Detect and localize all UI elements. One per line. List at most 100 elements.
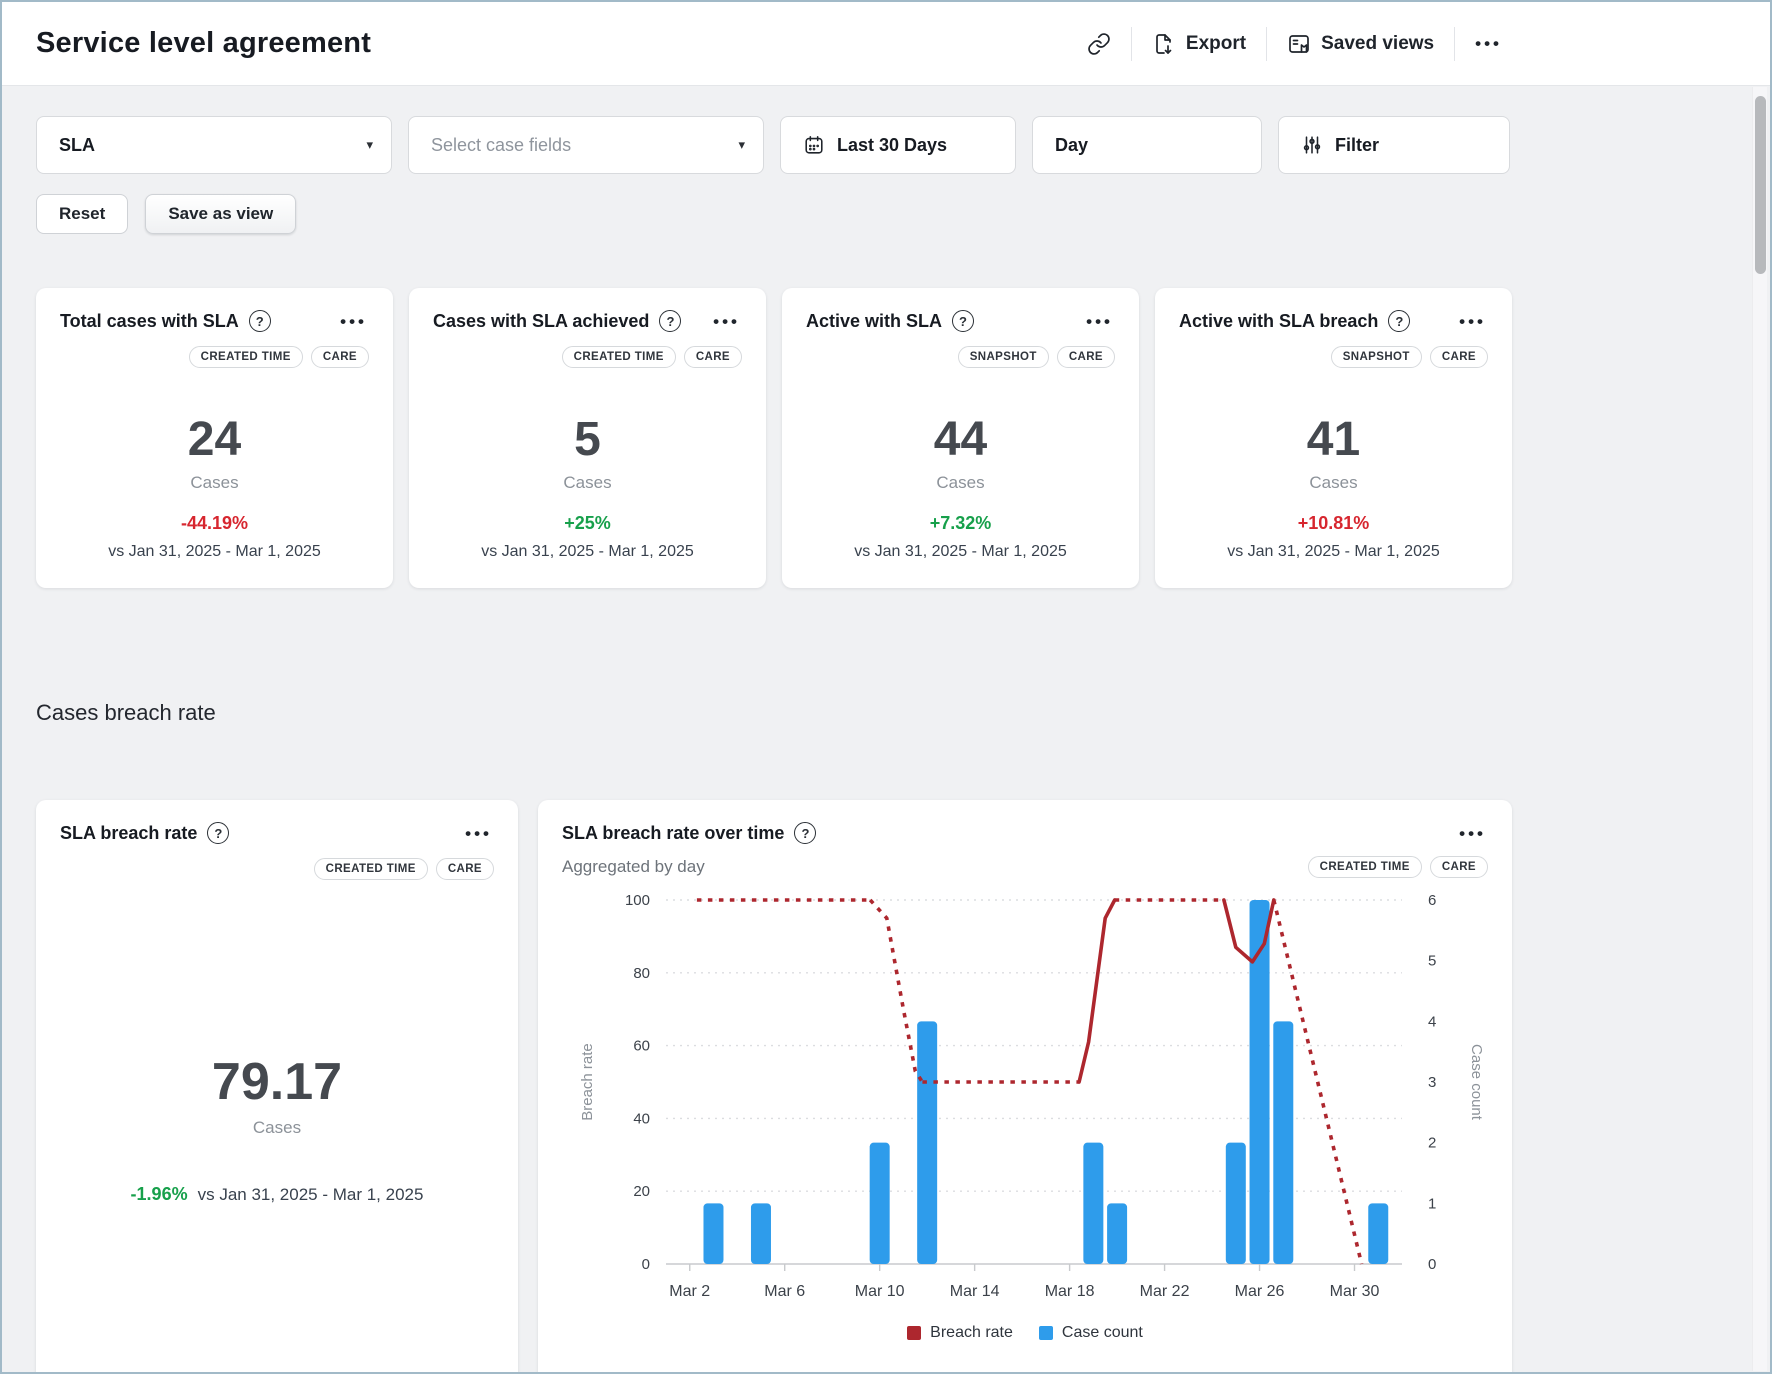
svg-text:4: 4 [1428, 1013, 1436, 1030]
svg-text:0: 0 [642, 1256, 650, 1273]
scrollbar-thumb[interactable] [1755, 96, 1766, 274]
calendar-icon [803, 134, 825, 156]
reset-button[interactable]: Reset [36, 194, 128, 234]
legend-item-breach-rate[interactable]: Breach rate [907, 1324, 1013, 1342]
section-title-cases-breach-rate: Cases breach rate [36, 700, 1512, 726]
badge-created-time: CREATED TIME [189, 346, 303, 368]
kpi-value: 24 [60, 412, 369, 467]
badge-care: CARE [436, 858, 494, 880]
case-fields-dropdown[interactable]: Select case fields ▾ [408, 116, 764, 174]
svg-text:3: 3 [1428, 1074, 1436, 1091]
svg-text:20: 20 [633, 1183, 650, 1200]
badge-care: CARE [684, 346, 742, 368]
saved-views-button[interactable]: Saved views [1287, 32, 1434, 56]
card-menu-button[interactable]: ••• [463, 825, 494, 842]
kpi-unit: Cases [433, 473, 742, 493]
save-as-view-button[interactable]: Save as view [145, 194, 296, 234]
kpi-card-active-with-sla: Active with SLA ? ••• SNAPSHOT CARE 44 C… [782, 288, 1139, 588]
badge-created-time: CREATED TIME [562, 346, 676, 368]
export-file-icon [1152, 32, 1176, 56]
legend-label: Breach rate [930, 1324, 1013, 1342]
svg-text:60: 60 [633, 1038, 650, 1055]
card-title: Active with SLA breach [1179, 311, 1378, 332]
divider [1131, 27, 1132, 61]
card-menu-button[interactable]: ••• [1084, 313, 1115, 330]
filter-label: Filter [1335, 135, 1379, 156]
dataset-dropdown-value: SLA [59, 135, 354, 156]
export-button[interactable]: Export [1152, 32, 1246, 56]
page-title: Service level agreement [36, 27, 371, 60]
saved-views-label: Saved views [1321, 33, 1434, 55]
kpi-unit: Cases [806, 473, 1115, 493]
export-label: Export [1186, 33, 1246, 55]
badge-care: CARE [311, 346, 369, 368]
kpi-comparison: vs Jan 31, 2025 - Mar 1, 2025 [60, 543, 369, 561]
dataset-dropdown[interactable]: SLA ▾ [36, 116, 392, 174]
kpi-comparison: vs Jan 31, 2025 - Mar 1, 2025 [433, 543, 742, 561]
breach-rate-over-time-chart[interactable]: 0204060801000123456Mar 2Mar 6Mar 10Mar 1… [562, 886, 1488, 1322]
svg-text:40: 40 [633, 1110, 650, 1127]
badge-snapshot: SNAPSHOT [958, 346, 1049, 368]
divider [1454, 27, 1455, 61]
legend-swatch-breach-rate [907, 1326, 921, 1340]
help-icon[interactable]: ? [794, 822, 816, 844]
kpi-change: +25% [433, 513, 742, 534]
card-title: Total cases with SLA [60, 311, 239, 332]
chevron-down-icon: ▾ [366, 137, 373, 153]
ellipsis-icon: ••• [1459, 824, 1486, 843]
kpi-cards-row: Total cases with SLA ? ••• CREATED TIME … [36, 288, 1512, 588]
ellipsis-icon: ••• [1475, 35, 1502, 52]
scrollbar-track[interactable] [1752, 87, 1767, 1371]
kpi-value: 5 [433, 412, 742, 467]
legend-swatch-case-count [1039, 1326, 1053, 1340]
more-options-button[interactable]: ••• [1475, 35, 1502, 52]
kpi-value: 44 [806, 412, 1115, 467]
copy-link-button[interactable] [1087, 32, 1111, 56]
granularity-label: Day [1055, 135, 1088, 156]
badge-created-time: CREATED TIME [1308, 856, 1422, 878]
help-icon[interactable]: ? [1388, 310, 1410, 332]
svg-text:Mar 26: Mar 26 [1235, 1283, 1285, 1300]
chart-subtitle: Aggregated by day [562, 857, 705, 877]
date-range-label: Last 30 Days [837, 135, 947, 156]
help-icon[interactable]: ? [952, 310, 974, 332]
card-menu-button[interactable]: ••• [1457, 825, 1488, 842]
kpi-unit: Cases [1179, 473, 1488, 493]
help-icon[interactable]: ? [249, 310, 271, 332]
breach-rate-value: 79.17 [60, 1052, 494, 1112]
kpi-card-cases-with-sla-achieved: Cases with SLA achieved ? ••• CREATED TI… [409, 288, 766, 588]
help-icon[interactable]: ? [207, 822, 229, 844]
card-title: Cases with SLA achieved [433, 311, 649, 332]
kpi-comparison: vs Jan 31, 2025 - Mar 1, 2025 [806, 543, 1115, 561]
breach-rate-change: -1.96% [131, 1184, 188, 1205]
legend-label: Case count [1062, 1324, 1143, 1342]
app-window: Service level agreement [0, 0, 1772, 1374]
ellipsis-icon: ••• [1459, 312, 1486, 331]
svg-text:Mar 6: Mar 6 [764, 1283, 805, 1300]
svg-text:100: 100 [625, 892, 650, 909]
sliders-icon [1301, 134, 1323, 156]
svg-text:Breach rate: Breach rate [579, 1043, 596, 1121]
case-fields-placeholder: Select case fields [431, 135, 726, 156]
ellipsis-icon: ••• [1086, 312, 1113, 331]
svg-text:Mar 22: Mar 22 [1140, 1283, 1190, 1300]
date-range-button[interactable]: Last 30 Days [780, 116, 1016, 174]
svg-text:80: 80 [633, 965, 650, 982]
card-menu-button[interactable]: ••• [338, 313, 369, 330]
svg-text:0: 0 [1428, 1256, 1436, 1273]
help-icon[interactable]: ? [659, 310, 681, 332]
card-title: SLA breach rate over time [562, 823, 784, 844]
card-menu-button[interactable]: ••• [711, 313, 742, 330]
granularity-button[interactable]: Day [1032, 116, 1262, 174]
card-menu-button[interactable]: ••• [1457, 313, 1488, 330]
svg-text:2: 2 [1428, 1135, 1436, 1152]
sla-breach-rate-card: SLA breach rate ? ••• CREATED TIME CARE … [36, 800, 518, 1374]
badge-snapshot: SNAPSHOT [1331, 346, 1422, 368]
kpi-change: +10.81% [1179, 513, 1488, 534]
svg-text:Case count: Case count [1468, 1044, 1485, 1121]
kpi-card-total-cases-with-sla: Total cases with SLA ? ••• CREATED TIME … [36, 288, 393, 588]
legend-item-case-count[interactable]: Case count [1039, 1324, 1143, 1342]
breach-rate-row: SLA breach rate ? ••• CREATED TIME CARE … [36, 800, 1512, 1374]
filter-button[interactable]: Filter [1278, 116, 1510, 174]
card-title: SLA breach rate [60, 823, 197, 844]
